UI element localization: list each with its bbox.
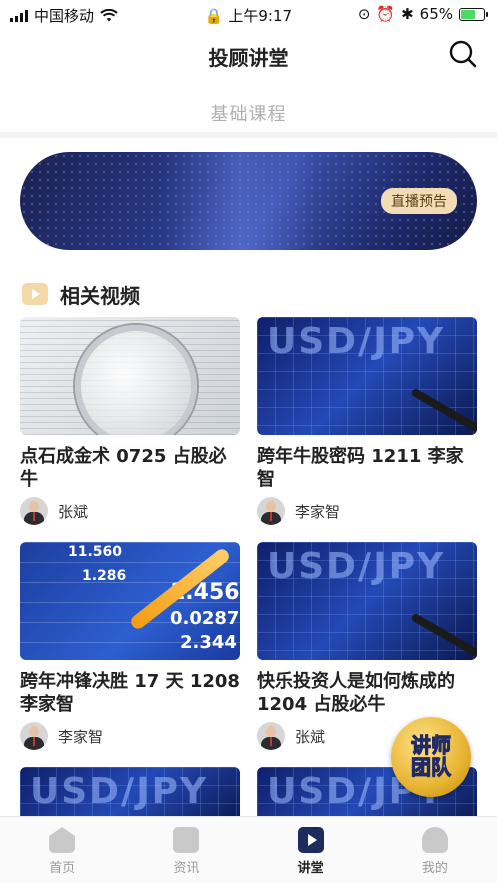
video-thumbnail[interactable] bbox=[20, 317, 240, 435]
divider bbox=[0, 132, 497, 138]
avatar bbox=[20, 722, 48, 750]
video-thumbnail[interactable]: USD/JPY bbox=[257, 542, 477, 660]
author-row: 李家智 bbox=[20, 722, 240, 750]
profile-icon bbox=[421, 827, 448, 853]
badge-line-2: 团队 bbox=[411, 755, 452, 779]
lock-icon: 🔒 bbox=[204, 7, 224, 25]
clock-time: 上午9:17 bbox=[228, 7, 293, 25]
video-section-icon bbox=[22, 283, 48, 305]
status-bar: 中国移动 🔒 上午9:17 ⊙ ⏰ ✱ 65% bbox=[0, 0, 497, 28]
section-title: 相关视频 bbox=[60, 283, 140, 308]
page-title: 投顾讲堂 bbox=[208, 46, 289, 70]
author-name: 李家智 bbox=[295, 502, 341, 521]
tab-me[interactable]: 我的 bbox=[373, 817, 497, 883]
magnifier-image bbox=[75, 325, 197, 435]
banner-glow bbox=[160, 152, 320, 250]
video-card[interactable]: USD/JPY 跨年牛股密码 1211 李家智 李家智 bbox=[257, 317, 477, 525]
video-title[interactable]: 跨年牛股密码 1211 李家智 bbox=[257, 445, 477, 491]
thumbnail-text: USD/JPY bbox=[267, 321, 446, 362]
tab-label: 讲堂 bbox=[297, 861, 324, 876]
tab-home[interactable]: 首页 bbox=[0, 817, 124, 883]
tab-label: 首页 bbox=[49, 861, 76, 876]
alarm-icon: ⏰ bbox=[376, 5, 396, 23]
battery-icon bbox=[459, 7, 488, 21]
author-name: 李家智 bbox=[58, 727, 104, 746]
tab-label: 资讯 bbox=[173, 861, 200, 876]
avatar bbox=[257, 722, 285, 750]
avatar bbox=[257, 497, 285, 525]
video-thumbnail[interactable]: USD/JPY bbox=[257, 317, 477, 435]
thumbnail-text: 1.286 bbox=[82, 568, 127, 584]
sub-tab-bar: 基础课程 bbox=[0, 86, 497, 132]
author-row: 李家智 bbox=[257, 497, 477, 525]
tab-label: 我的 bbox=[421, 861, 448, 876]
video-title[interactable]: 点石成金术 0725 占股必牛 bbox=[20, 445, 240, 491]
video-title[interactable]: 快乐投资人是如何炼成的 1204 占股必牛 bbox=[257, 670, 477, 716]
thumbnail-text: USD/JPY bbox=[30, 771, 209, 812]
thumbnail-text: 11.560 bbox=[68, 544, 123, 560]
live-preview-banner[interactable]: 直播预告 bbox=[20, 152, 477, 250]
author-name: 张斌 bbox=[58, 502, 89, 521]
video-thumbnail[interactable]: 11.560 1.286 1.4563 0.0287 2.344 bbox=[20, 542, 240, 660]
video-card[interactable]: 11.560 1.286 1.4563 0.0287 2.344 跨年冲锋决胜 … bbox=[20, 542, 240, 750]
orientation-lock-icon: ⊙ bbox=[357, 5, 371, 23]
status-right: ⊙ ⏰ ✱ 65% bbox=[357, 5, 488, 23]
tab-lecture[interactable]: 讲堂 bbox=[249, 817, 373, 883]
section-header: 相关视频 bbox=[22, 280, 140, 308]
home-icon bbox=[49, 827, 76, 853]
tab-basic-course[interactable]: 基础课程 bbox=[211, 100, 287, 126]
lecturer-team-button[interactable]: 讲师 团队 bbox=[391, 717, 471, 797]
bluetooth-icon: ✱ bbox=[401, 5, 414, 23]
live-preview-tag[interactable]: 直播预告 bbox=[381, 188, 457, 214]
tab-news[interactable]: 资讯 bbox=[124, 817, 248, 883]
nav-bar: 投顾讲堂 bbox=[0, 28, 497, 84]
search-icon[interactable] bbox=[449, 40, 477, 68]
bottom-tab-bar: 首页 资讯 讲堂 我的 bbox=[0, 816, 497, 883]
author-name: 张斌 bbox=[295, 727, 326, 746]
thumbnail-text: 2.344 bbox=[180, 632, 237, 653]
avatar bbox=[20, 497, 48, 525]
play-icon bbox=[297, 827, 324, 853]
video-card[interactable]: 点石成金术 0725 占股必牛 张斌 bbox=[20, 317, 240, 525]
news-icon bbox=[173, 827, 200, 853]
author-row: 张斌 bbox=[20, 497, 240, 525]
thumbnail-text: USD/JPY bbox=[267, 546, 446, 587]
thumbnail-text: 0.0287 bbox=[170, 608, 240, 629]
badge-line-1: 讲师 bbox=[411, 733, 452, 757]
battery-percent: 65% bbox=[419, 5, 453, 23]
video-title[interactable]: 跨年冲锋决胜 17 天 1208 李家智 bbox=[20, 670, 240, 716]
